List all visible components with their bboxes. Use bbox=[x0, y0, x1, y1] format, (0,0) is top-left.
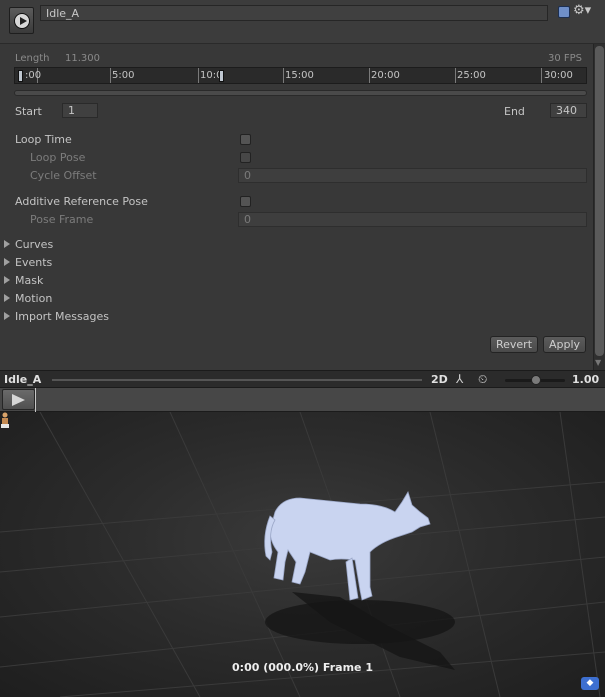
tick-line bbox=[369, 68, 370, 83]
pivot-icon[interactable]: ⅄ bbox=[456, 372, 463, 386]
preview-toolbar: Idle_A 2D ⅄ ⏲ 1.00 bbox=[0, 370, 605, 388]
wolf-model bbox=[264, 491, 431, 601]
tick-label: 25:00 bbox=[457, 70, 486, 81]
preview-play-row bbox=[0, 388, 605, 412]
clip-name-field[interactable]: Idle_A bbox=[40, 5, 548, 21]
timeline-ruler[interactable]: :00 5:00 10:0 15:00 20:00 25:00 30:00 bbox=[14, 67, 587, 84]
start-field[interactable]: 1 bbox=[62, 103, 98, 118]
end-marker-handle[interactable] bbox=[219, 70, 224, 82]
preview-viewport[interactable]: ◆ 0:00 (000.0%) Frame 1 bbox=[0, 412, 605, 697]
playback-speed-icon[interactable]: ⏲ bbox=[478, 372, 487, 387]
foldout-motion[interactable]: Motion bbox=[4, 292, 52, 305]
end-field[interactable]: 340 bbox=[550, 103, 587, 118]
avatar-icon[interactable] bbox=[0, 412, 10, 428]
pose-frame-field[interactable]: 0 bbox=[238, 212, 587, 227]
additive-reference-pose-checkbox[interactable] bbox=[240, 196, 251, 207]
foldout-label: Events bbox=[15, 256, 53, 269]
loop-pose-checkbox[interactable] bbox=[240, 152, 251, 163]
foldout-arrow-icon bbox=[4, 240, 10, 248]
additive-reference-pose-label: Additive Reference Pose bbox=[15, 195, 148, 208]
apply-button[interactable]: Apply bbox=[543, 336, 586, 353]
tick-label: 20:00 bbox=[371, 70, 400, 81]
range-scrollbar[interactable] bbox=[14, 90, 587, 96]
animation-clip-inspector: Idle_A ⚙▾ ▼ Length 11.300 30 FPS :00 5:0… bbox=[0, 0, 605, 370]
pose-frame-label: Pose Frame bbox=[30, 213, 94, 226]
loop-pose-label: Loop Pose bbox=[30, 151, 86, 164]
foldout-events[interactable]: Events bbox=[4, 256, 52, 269]
tick-line bbox=[455, 68, 456, 83]
tick-label: 5:00 bbox=[112, 70, 135, 81]
cycle-offset-field[interactable]: 0 bbox=[238, 168, 587, 183]
preview-drag-handle[interactable] bbox=[52, 379, 422, 381]
foldout-label: Mask bbox=[15, 274, 44, 287]
preview-2d-toggle[interactable]: 2D bbox=[431, 373, 448, 386]
scroll-down-arrow-icon[interactable]: ▼ bbox=[595, 358, 601, 367]
revert-button[interactable]: Revert bbox=[490, 336, 538, 353]
inspector-scrollbar[interactable]: ▼ bbox=[593, 44, 605, 370]
tick-label: 15:00 bbox=[285, 70, 314, 81]
frame-readout: 0:00 (000.0%) Frame 1 bbox=[232, 661, 373, 674]
tick-label: :00 bbox=[25, 70, 42, 81]
loop-time-label: Loop Time bbox=[15, 133, 72, 146]
foldout-label: Motion bbox=[15, 292, 53, 305]
animation-clip-icon bbox=[9, 7, 34, 34]
foldout-arrow-icon bbox=[4, 276, 10, 284]
playback-speed-slider-thumb[interactable] bbox=[531, 375, 541, 385]
preview-playhead[interactable] bbox=[35, 388, 36, 412]
length-label: Length bbox=[15, 53, 50, 64]
play-button[interactable] bbox=[2, 389, 35, 410]
start-marker-handle[interactable] bbox=[18, 70, 23, 82]
tick-line bbox=[110, 68, 111, 83]
cycle-offset-label: Cycle Offset bbox=[30, 169, 97, 182]
fps-label: 30 FPS bbox=[548, 53, 583, 64]
foldout-arrow-icon bbox=[4, 294, 10, 302]
asset-label-icon[interactable]: ◆ bbox=[581, 677, 599, 690]
tick-label: 30:00 bbox=[544, 70, 573, 81]
foldout-import-messages[interactable]: Import Messages bbox=[4, 310, 109, 323]
length-value: 11.300 bbox=[65, 53, 100, 64]
foldout-label: Curves bbox=[15, 238, 54, 251]
start-label: Start bbox=[15, 105, 42, 118]
foldout-mask[interactable]: Mask bbox=[4, 274, 43, 287]
foldout-label: Import Messages bbox=[15, 310, 109, 323]
help-book-icon[interactable] bbox=[558, 6, 570, 18]
preview-title: Idle_A bbox=[4, 373, 42, 386]
loop-time-checkbox[interactable] bbox=[240, 134, 251, 145]
end-label: End bbox=[504, 105, 525, 118]
preview-scene bbox=[0, 412, 605, 697]
tick-line bbox=[198, 68, 199, 83]
foldout-arrow-icon bbox=[4, 312, 10, 320]
foldout-arrow-icon bbox=[4, 258, 10, 266]
inspector-header: Idle_A ⚙▾ bbox=[0, 0, 605, 44]
tick-line bbox=[283, 68, 284, 83]
foldout-curves[interactable]: Curves bbox=[4, 238, 53, 251]
tick-line bbox=[541, 68, 542, 83]
gear-icon[interactable]: ⚙▾ bbox=[573, 3, 591, 19]
scrollbar-thumb[interactable] bbox=[595, 46, 604, 356]
playback-speed-value: 1.00 bbox=[572, 373, 600, 386]
